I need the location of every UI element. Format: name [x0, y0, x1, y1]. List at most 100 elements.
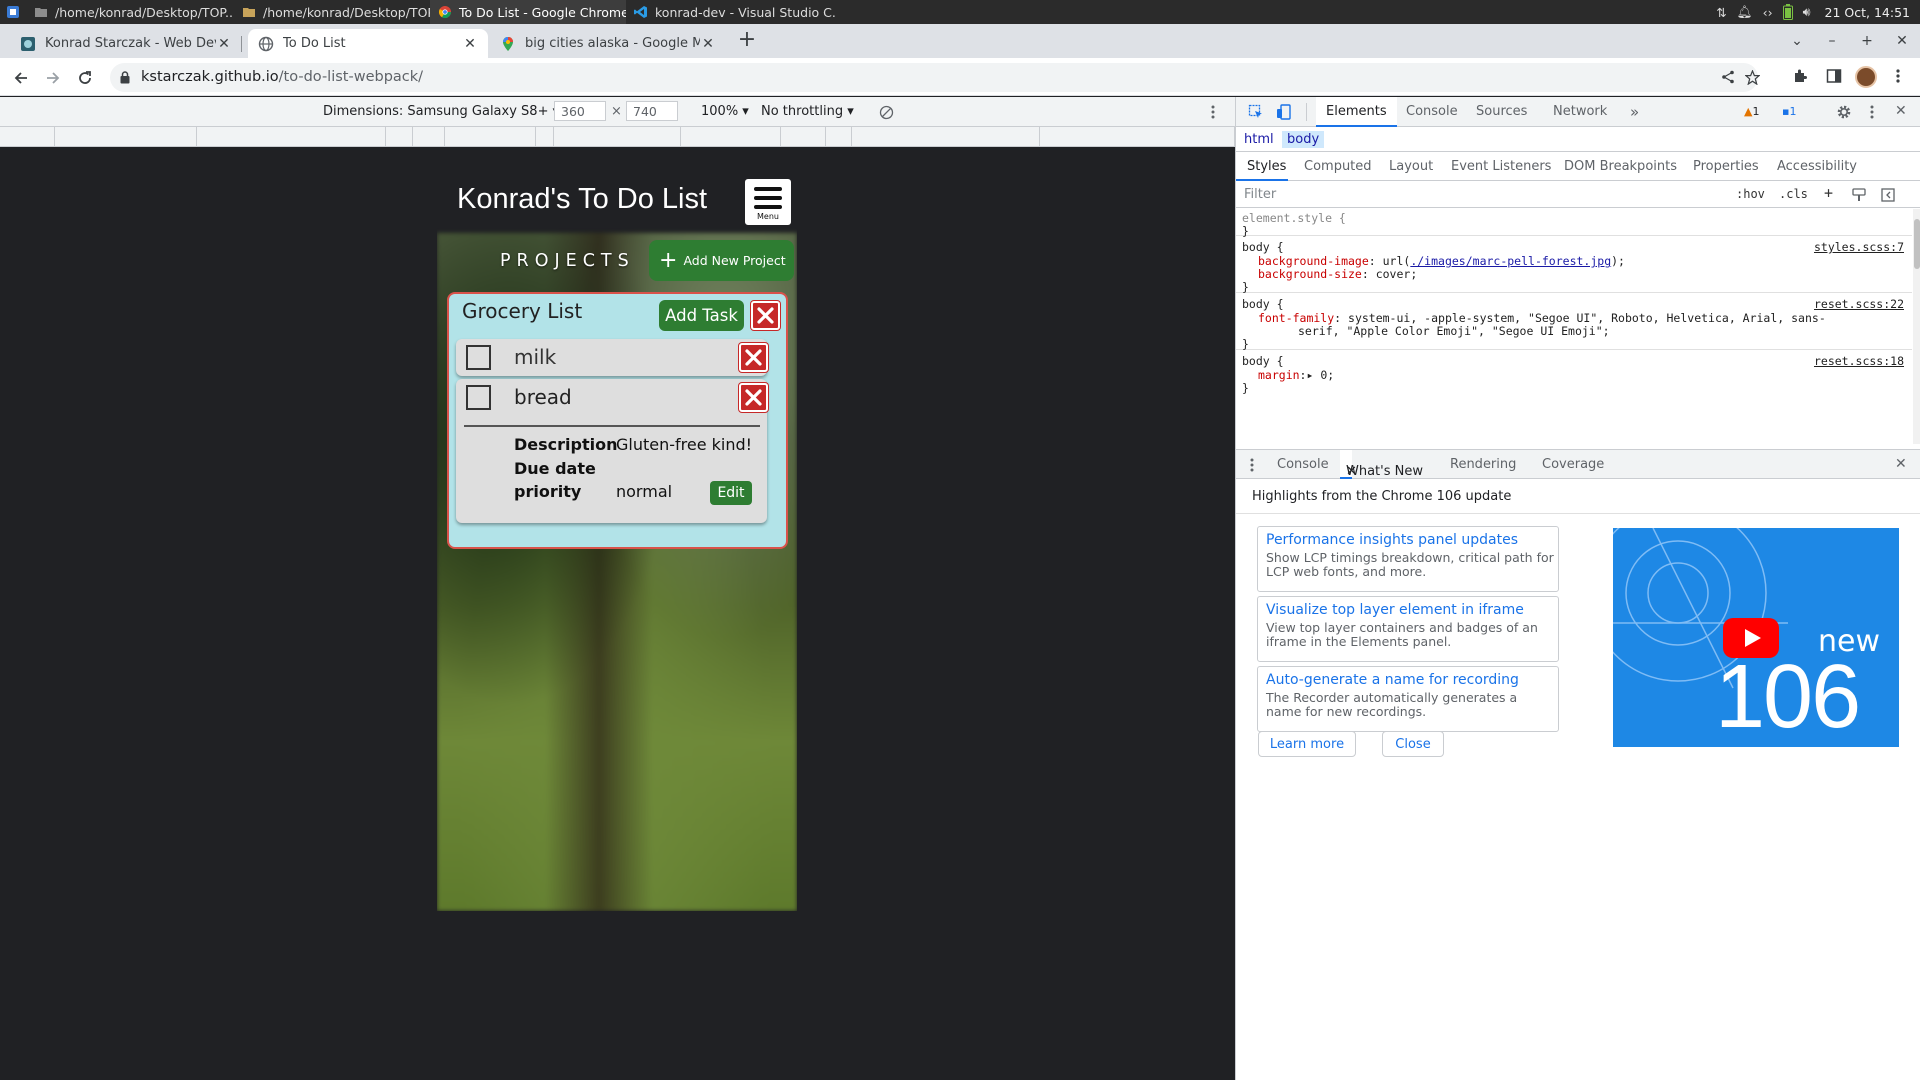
css-property[interactable]: background-size: [1258, 267, 1362, 281]
warnings-badge[interactable]: ▲1: [1740, 104, 1763, 120]
devtools-menu-icon[interactable]: [1870, 104, 1874, 120]
drawer-menu-icon[interactable]: [1250, 458, 1254, 472]
learn-more-button[interactable]: Learn more: [1258, 731, 1356, 757]
task-item-milk[interactable]: milk: [456, 339, 768, 376]
profile-avatar[interactable]: [1855, 66, 1877, 88]
tab-elements[interactable]: Elements: [1316, 97, 1397, 127]
bell-icon[interactable]: 🔔︎: [1737, 4, 1753, 20]
task-checkbox[interactable]: [466, 385, 491, 410]
extensions-icon[interactable]: [1792, 68, 1808, 84]
rule-body-reset-margin[interactable]: body { reset.scss:18 margin:▸ 0; }: [1236, 351, 1912, 395]
side-panel-icon[interactable]: [1826, 68, 1842, 84]
media-query-ruler[interactable]: [0, 127, 1235, 147]
tab-google-maps[interactable]: big cities alaska - Google Maps ✕: [490, 29, 726, 58]
device-width-input[interactable]: 360: [554, 101, 606, 121]
hov-toggle[interactable]: :hov: [1736, 187, 1765, 201]
battery-icon[interactable]: [1782, 4, 1793, 20]
edit-task-button[interactable]: Edit: [710, 481, 752, 505]
device-more-icon[interactable]: [1211, 105, 1215, 119]
reload-icon[interactable]: [74, 67, 96, 89]
drawer-tab-whats-new[interactable]: What's New ✕: [1340, 450, 1423, 479]
clock[interactable]: 21 Oct, 14:51: [1825, 5, 1910, 20]
inspect-element-icon[interactable]: [1248, 104, 1264, 120]
tab-search-icon[interactable]: ⌄: [1780, 24, 1814, 58]
feature-card[interactable]: Visualize top layer element in iframe Vi…: [1257, 596, 1559, 662]
styles-scrollbar[interactable]: [1913, 209, 1920, 444]
rule-body-reset-font[interactable]: body { reset.scss:22 font-family: system…: [1236, 294, 1912, 351]
tab-konrad-starczak[interactable]: Konrad Starczak - Web Developer ✕: [10, 29, 242, 58]
code-icon[interactable]: ‹›: [1763, 5, 1773, 20]
breadcrumb-body[interactable]: body: [1282, 131, 1325, 148]
drawer-tab-console[interactable]: Console: [1277, 457, 1329, 472]
rule-body-styles[interactable]: body { styles.scss:7 background-image: u…: [1236, 237, 1912, 294]
throttling-select[interactable]: No throttling ▾: [761, 104, 854, 119]
css-property[interactable]: background-image: [1258, 254, 1369, 268]
rotate-icon[interactable]: [879, 105, 894, 120]
volume-icon[interactable]: 🔊︎: [1803, 4, 1811, 20]
tab-sources[interactable]: Sources: [1466, 97, 1537, 127]
feature-title[interactable]: Visualize top layer element in iframe: [1266, 602, 1524, 618]
forward-icon[interactable]: [42, 67, 64, 89]
release-video-thumbnail[interactable]: new 106: [1613, 528, 1899, 747]
window-close-icon[interactable]: ✕: [1885, 24, 1919, 58]
chrome-menu-icon[interactable]: [1896, 68, 1900, 84]
css-property[interactable]: font-family: [1258, 311, 1334, 325]
tab-to-do-list[interactable]: To Do List ✕: [248, 29, 488, 58]
task-item-bread[interactable]: bread Description Gluten-free kind! Due …: [456, 379, 768, 523]
drawer-tab-coverage[interactable]: Coverage: [1542, 457, 1604, 472]
network-arrows-icon[interactable]: ⇅: [1716, 5, 1726, 20]
close-button[interactable]: Close: [1382, 731, 1444, 757]
tab-console[interactable]: Console: [1396, 97, 1468, 127]
add-new-project-button[interactable]: + Add New Project: [649, 240, 794, 281]
css-property[interactable]: margin: [1258, 368, 1300, 382]
devtools-close-icon[interactable]: ✕: [1895, 103, 1907, 119]
rule-source-link[interactable]: styles.scss:7: [1814, 240, 1904, 254]
back-icon[interactable]: [10, 67, 32, 89]
rule-source-link[interactable]: reset.scss:22: [1814, 297, 1904, 311]
styles-filter-input[interactable]: Filter: [1244, 187, 1276, 202]
new-rule-icon[interactable]: +: [1824, 184, 1833, 202]
menu-button[interactable]: Menu: [743, 177, 793, 227]
tab-close-icon[interactable]: ✕: [216, 36, 232, 52]
add-task-button[interactable]: Add Task: [659, 300, 744, 331]
delete-project-button[interactable]: [751, 301, 780, 330]
url-text[interactable]: kstarczak.github.io/to-do-list-webpack/: [141, 69, 423, 85]
tab-computed[interactable]: Computed: [1304, 159, 1372, 174]
breadcrumb-html[interactable]: html: [1244, 132, 1274, 147]
taskbar-item-files-1[interactable]: /home/konrad/Desktop/TOP...: [26, 0, 234, 24]
tab-accessibility[interactable]: Accessibility: [1777, 159, 1857, 174]
more-tabs-icon[interactable]: »: [1620, 97, 1649, 127]
drawer-close-icon[interactable]: ✕: [1895, 456, 1907, 472]
minimize-icon[interactable]: –: [1815, 24, 1849, 58]
app-launcher-icon[interactable]: [0, 0, 26, 24]
taskbar-item-vscode[interactable]: konrad-dev - Visual Studio C...: [626, 0, 836, 24]
feature-card[interactable]: Auto-generate a name for recording The R…: [1257, 666, 1559, 732]
cls-toggle[interactable]: .cls: [1779, 187, 1808, 201]
bookmark-star-icon[interactable]: [1745, 70, 1760, 85]
drawer-tab-rendering[interactable]: Rendering: [1450, 457, 1516, 472]
feature-card[interactable]: Performance insights panel updates Show …: [1257, 526, 1559, 592]
rule-element-style[interactable]: element.style { }: [1236, 209, 1912, 238]
zoom-select[interactable]: 100% ▾: [701, 104, 749, 119]
address-bar[interactable]: kstarczak.github.io/to-do-list-webpack/: [110, 63, 1760, 92]
taskbar-item-chrome[interactable]: To Do List - Google Chrome: [430, 0, 626, 24]
rule-source-link[interactable]: reset.scss:18: [1814, 354, 1904, 368]
device-select[interactable]: Dimensions: Samsung Galaxy S8+ ▾: [323, 104, 559, 119]
device-height-input[interactable]: 740: [626, 101, 678, 121]
tab-styles[interactable]: Styles: [1247, 159, 1286, 174]
tab-close-icon[interactable]: ✕: [700, 36, 716, 52]
delete-task-button[interactable]: [739, 343, 768, 372]
messages-badge[interactable]: ▪1: [1778, 104, 1800, 120]
task-checkbox[interactable]: [466, 345, 491, 370]
tab-close-icon[interactable]: ✕: [462, 36, 478, 52]
css-url-link[interactable]: ./images/marc-pell-forest.jpg: [1410, 254, 1611, 268]
new-tab-button[interactable]: +: [736, 29, 758, 52]
tab-dom-breakpoints[interactable]: DOM Breakpoints: [1564, 159, 1677, 174]
feature-title[interactable]: Performance insights panel updates: [1266, 532, 1518, 548]
tab-event-listeners[interactable]: Event Listeners: [1451, 159, 1551, 174]
maximize-icon[interactable]: +: [1850, 24, 1884, 58]
device-toggle-icon[interactable]: [1276, 104, 1292, 120]
sidebar-toggle-icon[interactable]: [1881, 188, 1895, 202]
taskbar-item-files-2[interactable]: /home/konrad/Desktop/TOP...: [234, 0, 430, 24]
tab-layout[interactable]: Layout: [1389, 159, 1433, 174]
